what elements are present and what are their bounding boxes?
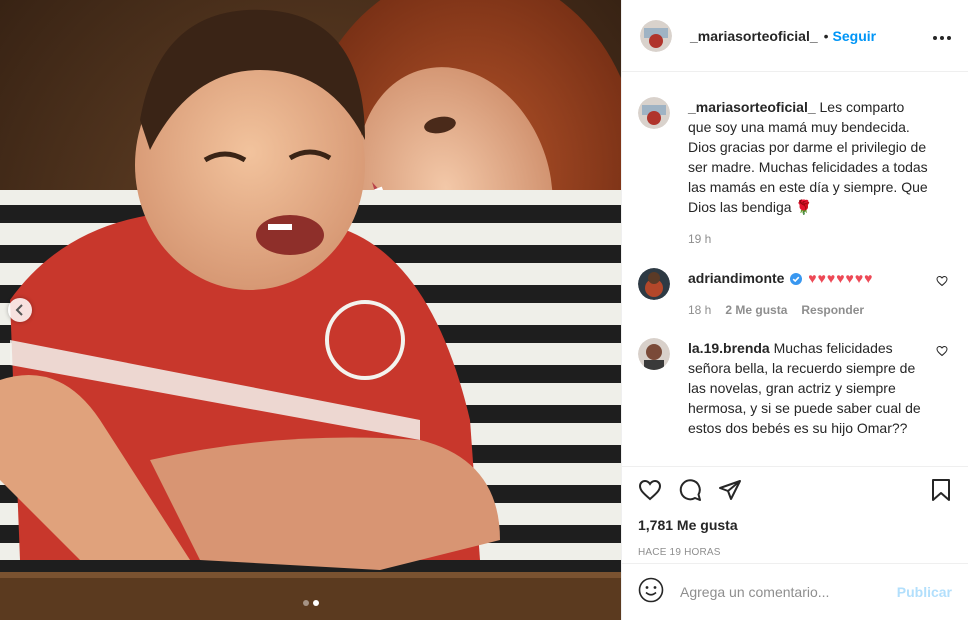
verified-badge-icon bbox=[790, 270, 803, 290]
emoji-icon bbox=[638, 577, 664, 602]
avatar[interactable] bbox=[638, 338, 670, 370]
more-options-button[interactable] bbox=[932, 25, 952, 46]
like-button[interactable] bbox=[638, 478, 662, 507]
post-photo[interactable] bbox=[0, 0, 621, 620]
avatar[interactable] bbox=[640, 19, 672, 52]
like-comment-button[interactable] bbox=[936, 344, 948, 362]
carousel-dot bbox=[302, 600, 309, 606]
post-actions: 1,781 Me gusta HACE 19 HORAS bbox=[622, 466, 968, 558]
caption-text: Les comparto que soy una mamá muy bendec… bbox=[688, 99, 928, 215]
post-header: _mariasorteoficial_ • Seguir bbox=[622, 0, 968, 72]
avatar[interactable] bbox=[638, 97, 670, 129]
post-username[interactable]: _mariasorteoficial_ bbox=[690, 28, 818, 44]
comment-input[interactable] bbox=[680, 584, 880, 600]
add-comment-bar: Publicar bbox=[622, 563, 968, 620]
chevron-left-icon bbox=[15, 304, 25, 316]
share-icon bbox=[719, 479, 741, 500]
comment-text: ♥♥♥♥♥♥♥ bbox=[808, 270, 874, 286]
likes-count[interactable]: 1,781 Me gusta bbox=[638, 517, 952, 533]
comment-username[interactable]: la.19.brenda bbox=[688, 340, 770, 356]
separator-dot: • bbox=[823, 27, 829, 44]
comment-button[interactable] bbox=[678, 478, 702, 507]
comment-icon bbox=[679, 478, 701, 501]
reply-button[interactable]: Responder bbox=[801, 300, 864, 320]
bookmark-icon bbox=[932, 478, 950, 501]
avatar[interactable] bbox=[638, 268, 670, 300]
post-timestamp: HACE 19 HORAS bbox=[638, 547, 721, 558]
save-button[interactable] bbox=[930, 478, 952, 507]
heart-icon bbox=[638, 479, 662, 500]
caption-time: 19 h bbox=[688, 232, 712, 246]
share-button[interactable] bbox=[718, 478, 742, 507]
like-comment-button[interactable] bbox=[936, 274, 948, 292]
emoji-button[interactable] bbox=[638, 577, 664, 608]
caption-username[interactable]: _mariasorteoficial_ bbox=[688, 99, 816, 115]
comment-likes[interactable]: 2 Me gusta bbox=[725, 300, 787, 320]
comments-list[interactable]: _mariasorteoficial_ Les comparto que soy… bbox=[622, 73, 968, 465]
carousel-dot-active bbox=[312, 600, 319, 606]
photo-image bbox=[0, 0, 621, 620]
post-side-panel: _mariasorteoficial_ • Seguir _mariasorte… bbox=[621, 0, 968, 620]
comment-item: adriandimonte ♥♥♥♥♥♥♥ 18 h 2 Me gusta Re… bbox=[638, 268, 952, 320]
comment-username[interactable]: adriandimonte bbox=[688, 270, 784, 286]
carousel-indicator bbox=[0, 600, 621, 606]
comment-time: 18 h bbox=[688, 303, 712, 317]
follow-button[interactable]: Seguir bbox=[833, 28, 877, 44]
more-horizontal-icon bbox=[933, 36, 951, 40]
publish-button[interactable]: Publicar bbox=[897, 584, 952, 600]
heart-outline-icon bbox=[936, 275, 948, 287]
heart-outline-icon bbox=[936, 345, 948, 357]
carousel-prev-button[interactable] bbox=[8, 298, 32, 322]
comment-item: la.19.brenda Muchas felicidades señora b… bbox=[638, 338, 952, 438]
caption: _mariasorteoficial_ Les comparto que soy… bbox=[638, 97, 952, 249]
